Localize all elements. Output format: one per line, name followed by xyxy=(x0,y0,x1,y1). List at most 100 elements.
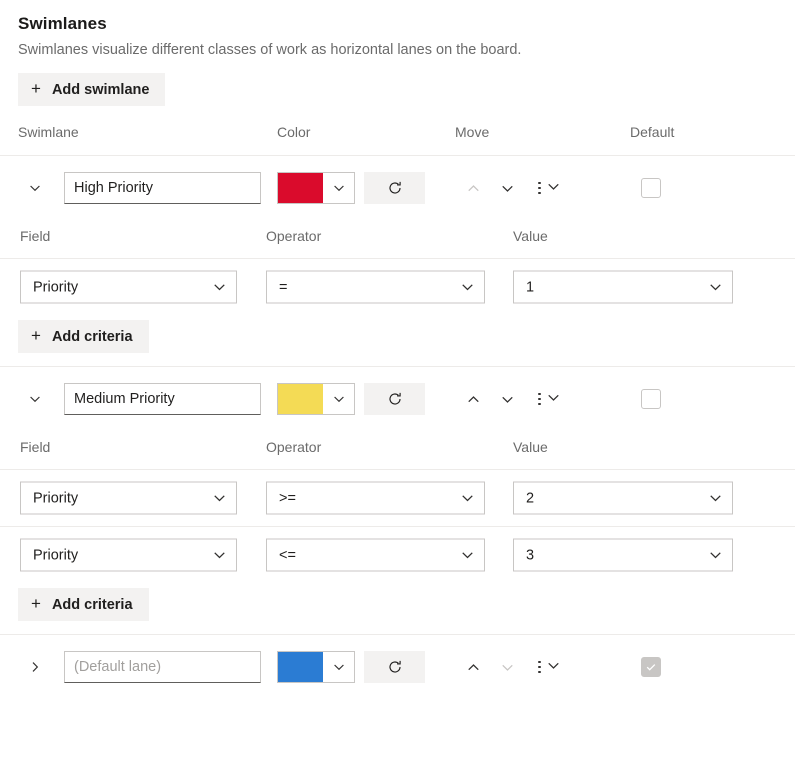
color-swatch xyxy=(278,384,323,414)
reset-color-button[interactable] xyxy=(364,172,425,204)
swimlane-name-input[interactable] xyxy=(64,383,261,415)
criteria-value-dropdown[interactable]: 3 xyxy=(513,539,733,572)
column-header-color: Color xyxy=(277,124,310,140)
criteria-operator-value: = xyxy=(279,279,461,295)
more-vertical-icon xyxy=(534,661,545,674)
criteria-row: Priority >= 2 xyxy=(0,470,795,526)
swimlane-expander-toggle[interactable] xyxy=(24,177,46,199)
color-swatch xyxy=(278,652,323,682)
reset-color-button[interactable] xyxy=(364,651,425,683)
swimlane-color-picker[interactable] xyxy=(277,383,355,415)
criteria-header-field: Field xyxy=(20,439,50,455)
criteria-field-value: Priority xyxy=(33,547,213,563)
plus-icon: + xyxy=(31,327,41,344)
chevron-down-icon xyxy=(547,180,560,196)
criteria-value-value: 1 xyxy=(526,279,709,295)
chevron-down-icon xyxy=(323,384,354,414)
criteria-value-value: 2 xyxy=(526,490,709,506)
criteria-field-dropdown[interactable]: Priority xyxy=(20,539,237,572)
criteria-header-field: Field xyxy=(20,228,50,244)
swimlane-overflow-menu-button[interactable] xyxy=(532,652,562,682)
column-header-swimlane: Swimlane xyxy=(18,124,79,140)
swimlane-overflow-menu-button[interactable] xyxy=(532,173,562,203)
swimlane-expander-toggle[interactable] xyxy=(24,656,46,678)
column-header-default: Default xyxy=(630,124,674,140)
chevron-down-icon xyxy=(461,492,474,505)
criteria-operator-dropdown[interactable]: >= xyxy=(266,482,485,515)
column-headers: Swimlane Color Move Default xyxy=(0,124,795,155)
move-up-button[interactable] xyxy=(456,173,490,203)
chevron-down-icon xyxy=(709,549,722,562)
swimlane-block: Field Operator Value Priority = 1 xyxy=(0,156,795,366)
chevron-down-icon xyxy=(709,492,722,505)
add-criteria-container: + Add criteria xyxy=(0,315,795,366)
criteria-field-dropdown[interactable]: Priority xyxy=(20,271,237,304)
swimlanes-settings-page: Swimlanes Swimlanes visualize different … xyxy=(0,0,795,778)
page-description: Swimlanes visualize different classes of… xyxy=(18,42,795,58)
swimlane-row xyxy=(0,367,795,431)
plus-icon: + xyxy=(31,595,41,612)
criteria-field-value: Priority xyxy=(33,279,213,295)
move-down-button[interactable] xyxy=(490,652,524,682)
criteria-row: Priority = 1 xyxy=(0,259,795,315)
chevron-down-icon xyxy=(323,173,354,203)
column-header-move: Move xyxy=(455,124,489,140)
swimlane-name-input[interactable] xyxy=(64,651,261,683)
criteria-operator-value: <= xyxy=(279,547,461,563)
check-icon xyxy=(645,661,657,673)
chevron-down-icon xyxy=(709,281,722,294)
criteria-value-dropdown[interactable]: 1 xyxy=(513,271,733,304)
chevron-down-icon xyxy=(461,549,474,562)
chevron-down-icon xyxy=(213,492,226,505)
criteria-operator-dropdown[interactable]: <= xyxy=(266,539,485,572)
page-header: Swimlanes Swimlanes visualize different … xyxy=(0,0,795,58)
criteria-column-headers: Field Operator Value xyxy=(0,220,795,258)
add-criteria-label: Add criteria xyxy=(52,329,133,345)
criteria-header-value: Value xyxy=(513,228,548,244)
chevron-down-icon xyxy=(213,549,226,562)
swimlane-color-picker[interactable] xyxy=(277,172,355,204)
add-criteria-label: Add criteria xyxy=(52,597,133,613)
add-criteria-button[interactable]: + Add criteria xyxy=(18,588,149,621)
move-controls xyxy=(456,173,562,203)
criteria-column-headers: Field Operator Value xyxy=(0,431,795,469)
add-swimlane-container: + Add swimlane xyxy=(18,73,795,106)
criteria-header-value: Value xyxy=(513,439,548,455)
move-controls xyxy=(456,384,562,414)
swimlane-expander-toggle[interactable] xyxy=(24,388,46,410)
move-up-button[interactable] xyxy=(456,384,490,414)
default-lane-checkbox[interactable] xyxy=(641,389,661,409)
criteria-value-value: 3 xyxy=(526,547,709,563)
swimlane-name-input[interactable] xyxy=(64,172,261,204)
chevron-down-icon xyxy=(547,659,560,675)
swimlane-block xyxy=(0,635,795,699)
more-vertical-icon xyxy=(534,393,545,406)
add-criteria-container: + Add criteria xyxy=(0,583,795,634)
criteria-operator-value: >= xyxy=(279,490,461,506)
chevron-down-icon xyxy=(461,281,474,294)
chevron-down-icon xyxy=(323,652,354,682)
criteria-value-dropdown[interactable]: 2 xyxy=(513,482,733,515)
add-swimlane-button[interactable]: + Add swimlane xyxy=(18,73,165,106)
swimlane-block: Field Operator Value Priority >= 2 xyxy=(0,367,795,634)
swimlane-overflow-menu-button[interactable] xyxy=(532,384,562,414)
move-controls xyxy=(456,652,562,682)
criteria-header-operator: Operator xyxy=(266,439,321,455)
add-swimlane-label: Add swimlane xyxy=(52,82,150,98)
add-criteria-button[interactable]: + Add criteria xyxy=(18,320,149,353)
swimlane-color-picker[interactable] xyxy=(277,651,355,683)
chevron-down-icon xyxy=(213,281,226,294)
swimlane-row xyxy=(0,635,795,699)
move-down-button[interactable] xyxy=(490,173,524,203)
page-title: Swimlanes xyxy=(18,14,795,34)
reset-color-button[interactable] xyxy=(364,383,425,415)
criteria-field-dropdown[interactable]: Priority xyxy=(20,482,237,515)
criteria-operator-dropdown[interactable]: = xyxy=(266,271,485,304)
default-lane-checkbox[interactable] xyxy=(641,178,661,198)
swimlane-row xyxy=(0,156,795,220)
criteria-header-operator: Operator xyxy=(266,228,321,244)
more-vertical-icon xyxy=(534,182,545,195)
criteria-row: Priority <= 3 xyxy=(0,527,795,583)
move-down-button[interactable] xyxy=(490,384,524,414)
move-up-button[interactable] xyxy=(456,652,490,682)
